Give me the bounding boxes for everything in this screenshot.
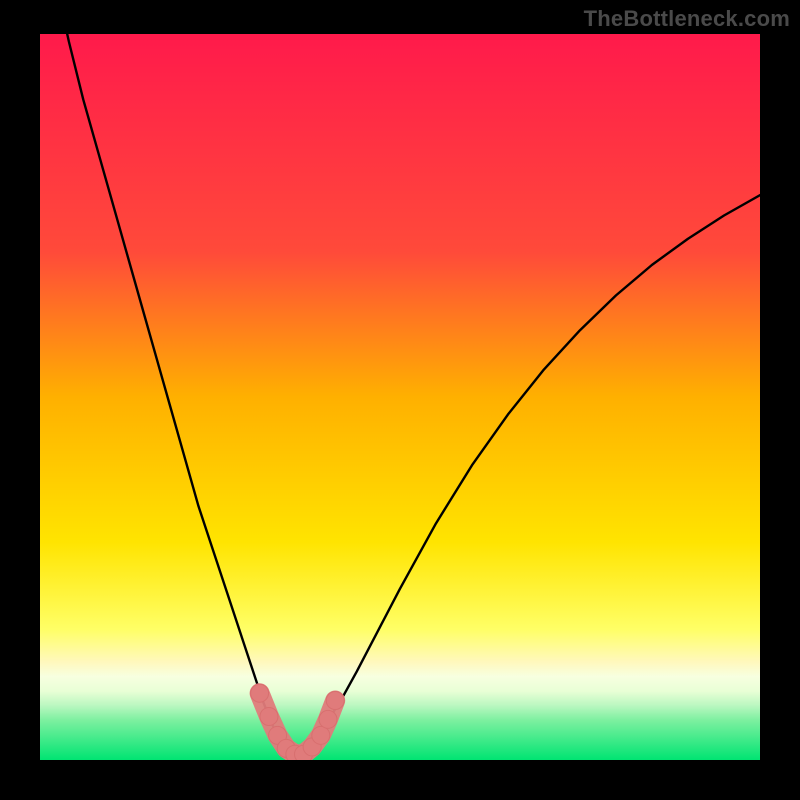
watermark-label: TheBottleneck.com (584, 6, 790, 32)
highlight-point (251, 684, 269, 702)
gradient-bg (40, 34, 760, 760)
plot-svg (40, 34, 760, 760)
highlight-point (312, 726, 330, 744)
highlight-point (326, 691, 344, 709)
highlight-point (319, 710, 337, 728)
plot-area (40, 34, 760, 760)
highlight-point (260, 707, 278, 725)
chart-stage: TheBottleneck.com (0, 0, 800, 800)
